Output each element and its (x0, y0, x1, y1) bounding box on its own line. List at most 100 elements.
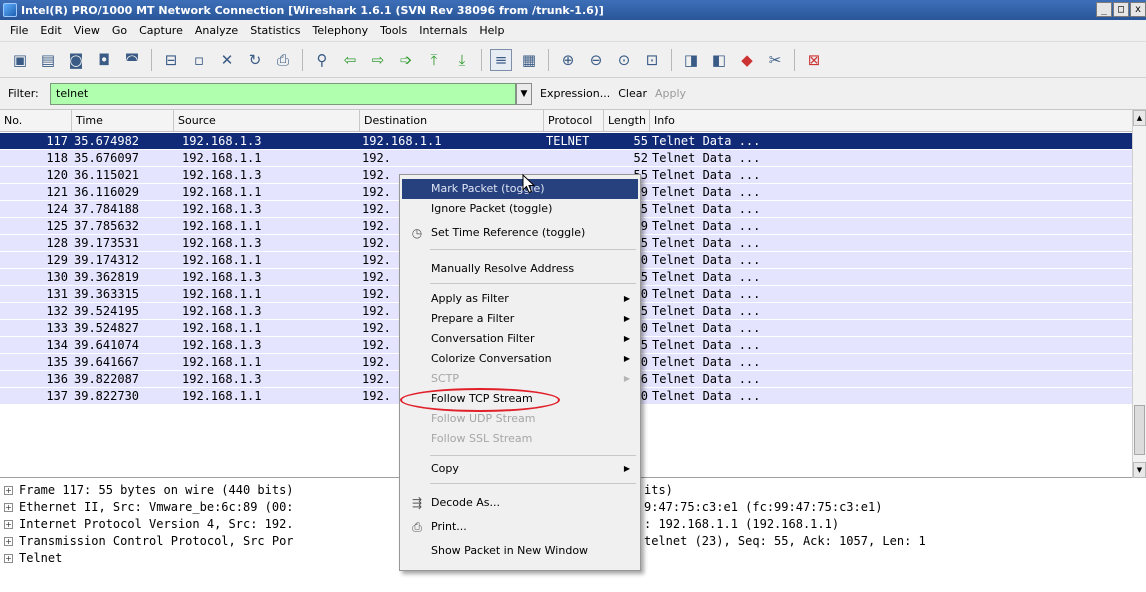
menu-decode-as[interactable]: ⇶ Decode As... (402, 493, 638, 513)
column-header-info[interactable]: Info (650, 110, 1132, 131)
print-icon: ⎙ (412, 520, 422, 534)
scroll-thumb[interactable] (1134, 405, 1145, 455)
column-header-length[interactable]: Length (604, 110, 650, 131)
packet-cell-src: 192.168.1.3 (182, 372, 262, 386)
menu-go[interactable]: Go (106, 24, 133, 37)
expression-button[interactable]: Expression... (540, 87, 610, 100)
menu-help[interactable]: Help (473, 24, 510, 37)
start-capture-icon[interactable]: ◙ (65, 49, 87, 71)
display-filter-input[interactable]: telnet (50, 82, 516, 105)
save-file-icon[interactable]: ▫ (188, 49, 210, 71)
print-icon[interactable]: ⎙ (272, 49, 294, 71)
menu-show-packet-in-new-window[interactable]: Show Packet in New Window (402, 541, 638, 561)
menu-sctp[interactable]: SCTP ▶ (402, 369, 638, 389)
menu-manually-resolve-address[interactable]: Manually Resolve Address (402, 259, 638, 279)
close-button[interactable]: x (1130, 2, 1146, 17)
restart-capture-icon[interactable]: ◚ (121, 49, 143, 71)
clear-button[interactable]: Clear (618, 87, 647, 100)
menu-follow-ssl-stream[interactable]: Follow SSL Stream (402, 429, 638, 449)
resize-columns-icon[interactable]: ⊡ (641, 49, 663, 71)
zoom-in-icon[interactable]: ⊕ (557, 49, 579, 71)
menu-separator (430, 483, 636, 484)
packet-context-menu: Mark Packet (toggle) Ignore Packet (togg… (399, 174, 641, 571)
packet-cell-no: 134 (46, 338, 68, 352)
zoom-out-icon[interactable]: ⊖ (585, 49, 607, 71)
packet-cell-info: Telnet Data ... (652, 270, 761, 284)
menu-capture[interactable]: Capture (133, 24, 189, 37)
packet-cell-time: 36.115021 (74, 168, 140, 182)
preferences-icon[interactable]: ✂ (764, 49, 786, 71)
menu-ignore-packet[interactable]: Ignore Packet (toggle) (402, 199, 638, 219)
stop-capture-icon[interactable]: ◘ (93, 49, 115, 71)
packet-list-scrollbar[interactable]: ▲ ▼ (1132, 110, 1146, 478)
menu-conversation-filter[interactable]: Conversation Filter ▶ (402, 329, 638, 349)
close-file-icon[interactable]: ✕ (216, 49, 238, 71)
colorize-icon[interactable]: ≡ (490, 48, 512, 71)
menu-follow-udp-stream[interactable]: Follow UDP Stream (402, 409, 638, 429)
open-file-icon[interactable]: ⊟ (160, 49, 182, 71)
menu-analyze[interactable]: Analyze (189, 24, 244, 37)
apply-button[interactable]: Apply (655, 87, 686, 100)
expand-icon[interactable]: + (4, 520, 13, 529)
help-icon[interactable]: ⊠ (803, 49, 825, 71)
auto-scroll-icon[interactable]: ▦ (518, 49, 540, 71)
packet-cell-no: 132 (46, 304, 68, 318)
toolbar-separator (481, 48, 482, 71)
expand-icon[interactable]: + (4, 486, 13, 495)
interfaces-icon[interactable]: ▣ (9, 49, 31, 71)
filter-dropdown-button[interactable]: ▼ (516, 82, 532, 105)
packet-row[interactable]: 118 35.676097 192.168.1.1 192. 52 Telnet Data… (0, 150, 1132, 166)
menu-telephony[interactable]: Telephony (307, 24, 375, 37)
coloring-rules-icon[interactable]: ◆ (736, 49, 758, 71)
menu-separator (430, 455, 636, 456)
go-last-packet-icon[interactable]: ⤓ (451, 49, 473, 71)
expand-icon[interactable]: + (4, 503, 13, 512)
go-first-packet-icon[interactable]: ⤒ (423, 49, 445, 71)
expand-icon[interactable]: + (4, 554, 13, 563)
expand-icon[interactable]: + (4, 537, 13, 546)
menu-statistics[interactable]: Statistics (244, 24, 306, 37)
packet-cell-len: 52 (633, 151, 648, 165)
menu-mark-packet[interactable]: Mark Packet (toggle) (402, 179, 638, 199)
go-forward-icon[interactable]: ⇨ (367, 49, 389, 71)
column-header-no[interactable]: No. (0, 110, 72, 131)
column-header-destination[interactable]: Destination (360, 110, 544, 131)
reload-icon[interactable]: ↻ (244, 49, 266, 71)
menu-print[interactable]: ⎙ Print... (402, 517, 638, 537)
find-packet-icon[interactable]: ⚲ (311, 49, 333, 71)
decode-as-icon: ⇶ (411, 496, 423, 510)
menu-colorize-conversation[interactable]: Colorize Conversation ▶ (402, 349, 638, 369)
detail-text: Telnet (19, 551, 63, 565)
zoom-normal-icon[interactable]: ⊙ (613, 49, 635, 71)
capture-filters-icon[interactable]: ◨ (680, 49, 702, 71)
menu-prepare-a-filter[interactable]: Prepare a Filter ▶ (402, 309, 638, 329)
scroll-down-icon[interactable]: ▼ (1133, 462, 1146, 478)
menu-internals[interactable]: Internals (413, 24, 473, 37)
scroll-up-icon[interactable]: ▲ (1133, 110, 1146, 126)
maximize-button[interactable]: □ (1113, 2, 1129, 17)
minimize-button[interactable]: _ (1096, 2, 1112, 17)
chevron-down-icon: ▼ (520, 88, 528, 99)
packet-cell-time: 39.362819 (74, 270, 140, 284)
packet-cell-info: Telnet Data ... (652, 389, 761, 403)
go-to-packet-icon[interactable]: ➩ (395, 49, 417, 71)
detail-text-tail: 9:47:75:c3:e1 (fc:99:47:75:c3:e1) (644, 500, 883, 514)
menu-tools[interactable]: Tools (374, 24, 413, 37)
menu-edit[interactable]: Edit (34, 24, 67, 37)
display-filters-icon[interactable]: ◧ (708, 49, 730, 71)
column-header-time[interactable]: Time (72, 110, 174, 131)
packet-cell-no: 120 (46, 168, 68, 182)
menu-file[interactable]: File (4, 24, 34, 37)
column-header-protocol[interactable]: Protocol (544, 110, 604, 131)
window-title: Intel(R) PRO/1000 MT Network Connection … (21, 3, 604, 17)
menu-apply-as-filter[interactable]: Apply as Filter ▶ (402, 289, 638, 309)
menu-view[interactable]: View (68, 24, 106, 37)
menu-set-time-reference[interactable]: ◷ Set Time Reference (toggle) (402, 223, 638, 243)
menu-copy[interactable]: Copy ▶ (402, 459, 638, 479)
main-toolbar: ▣ ▤ ◙ ◘ ◚ ⊟ ▫ ✕ ↻ ⎙ ⚲ ⇦ ⇨ ➩ ⤒ ⤓ ≡ ▦ ⊕ ⊖ … (0, 42, 1146, 78)
capture-options-icon[interactable]: ▤ (37, 49, 59, 71)
packet-row[interactable]: 117 35.674982 192.168.1.3 192.168.1.1 TELNET… (0, 133, 1132, 149)
column-header-source[interactable]: Source (174, 110, 360, 131)
go-back-icon[interactable]: ⇦ (339, 49, 361, 71)
title-bar: Intel(R) PRO/1000 MT Network Connection … (0, 0, 1146, 20)
